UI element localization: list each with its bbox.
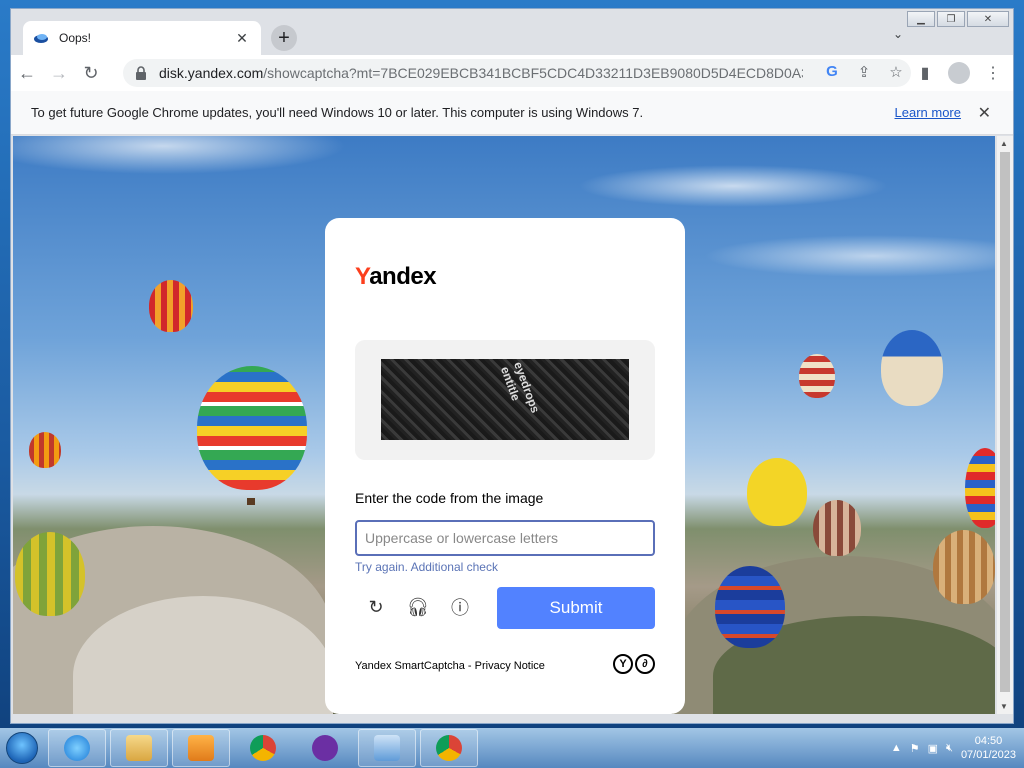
balloon-shape — [15, 532, 85, 616]
toolbar-right-icons: ▮ ⋮ — [913, 59, 1005, 87]
yandex-y-logo-icon: Y — [613, 654, 633, 674]
tab-oops[interactable]: Oops! ✕ — [23, 21, 261, 55]
taskbar-control-panel[interactable] — [358, 729, 416, 767]
chrome-icon — [250, 735, 276, 761]
omnibox-icons: G ⇪ ☆ — [823, 63, 905, 81]
volume-muted-icon[interactable]: 🔇︎ — [946, 742, 953, 755]
captcha-prompt: Enter the code from the image — [355, 490, 544, 506]
learn-more-link[interactable]: Learn more — [895, 105, 961, 120]
internet-explorer-icon — [64, 735, 90, 761]
menu-kebab-icon[interactable]: ⋮ — [981, 59, 1005, 87]
balloon-shape — [881, 330, 943, 406]
url-host: disk.yandex.com — [159, 65, 264, 81]
share-icon[interactable]: ⇪ — [855, 63, 873, 81]
scroll-thumb[interactable] — [1000, 152, 1010, 692]
captcha-distorted-text: eyedrops entitle — [497, 359, 543, 415]
captcha-tools: ↻ 🎧︎ ⓘ — [365, 596, 471, 619]
window-controls: ▁ ❐ ✕ — [905, 11, 1009, 27]
scroll-up-arrow-icon[interactable]: ▲ — [1000, 139, 1008, 148]
yandex-logo: Yandex — [355, 263, 437, 291]
reload-button[interactable]: ↻ — [75, 57, 107, 89]
logo-letter-y: Y — [355, 263, 370, 290]
url-path: /showcaptcha?mt=7BCE029EBCB341BCBF5CDC4D… — [263, 65, 804, 81]
network-icon[interactable]: ▣ — [928, 742, 938, 755]
page-scrollbar[interactable]: ▲ ▼ — [997, 136, 1013, 714]
tab-strip: Oops! ✕ + ⌄ ▁ ❐ ✕ — [11, 9, 1013, 55]
lock-icon — [136, 66, 146, 80]
side-panel-icon[interactable]: ▮ — [913, 59, 937, 87]
captcha-card: Yandex eyedrops entitle Enter the code f… — [325, 218, 685, 714]
system-tray: ▲ ⚑ ▣ 🔇︎ 04:50 07/01/2023 — [891, 728, 1016, 768]
smartcaptcha-logo-icon: ∂ — [635, 654, 655, 674]
clock-time: 04:50 — [974, 735, 1003, 747]
headphones-icon[interactable]: 🎧︎ — [407, 596, 430, 618]
balloon-shape — [813, 500, 861, 556]
tab-close-icon[interactable]: ✕ — [233, 30, 251, 47]
page-viewport: Yandex eyedrops entitle Enter the code f… — [13, 136, 995, 714]
control-panel-icon — [374, 735, 400, 761]
back-button[interactable]: ← — [11, 57, 43, 89]
taskbar-chrome-active[interactable] — [420, 729, 478, 767]
info-icon[interactable]: ⓘ — [449, 596, 471, 618]
privacy-notice-link[interactable]: Yandex SmartCaptcha - Privacy Notice — [355, 660, 545, 672]
update-infobar: To get future Google Chrome updates, you… — [11, 91, 1013, 135]
balloon-shape — [149, 280, 193, 332]
refresh-icon[interactable]: ↻ — [365, 596, 387, 618]
balloon-shape — [715, 566, 785, 648]
folder-icon — [126, 735, 152, 761]
window-close-icon[interactable]: ✕ — [967, 11, 1009, 27]
captcha-image-container: eyedrops entitle — [355, 340, 655, 460]
browser-toolbar: ← → ↻ disk.yandex.com /showcaptcha?mt=7B… — [11, 55, 1013, 91]
taskbar-chrome[interactable] — [234, 729, 292, 767]
infobar-close-icon[interactable]: ✕ — [978, 103, 991, 123]
logo-rest: andex — [369, 263, 437, 290]
avatar-icon — [948, 62, 970, 84]
infobar-message: To get future Google Chrome updates, you… — [31, 105, 644, 120]
taskbar-explorer[interactable] — [110, 729, 168, 767]
windows-orb-icon — [6, 732, 38, 764]
submit-button[interactable]: Submit — [497, 587, 655, 629]
minimize-icon[interactable]: ▁ — [907, 11, 935, 27]
maximize-icon[interactable]: ❐ — [937, 11, 965, 27]
balloon-shape — [747, 458, 807, 526]
windows-taskbar: ▲ ⚑ ▣ 🔇︎ 04:50 07/01/2023 — [0, 728, 1024, 768]
chrome-icon — [436, 735, 462, 761]
new-tab-button[interactable]: + — [271, 25, 297, 51]
google-lens-icon[interactable]: G — [823, 63, 841, 81]
basket-shape — [247, 498, 255, 505]
taskbar-media-player[interactable] — [172, 729, 230, 767]
address-bar[interactable]: disk.yandex.com /showcaptcha?mt=7BCE029E… — [123, 59, 911, 87]
footer-logos: Y ∂ — [613, 654, 655, 674]
bookmark-star-icon[interactable]: ☆ — [887, 63, 905, 81]
browser-window: Oops! ✕ + ⌄ ▁ ❐ ✕ ← → ↻ disk.yandex.com … — [10, 8, 1014, 724]
yandex-disk-favicon-icon — [34, 34, 48, 43]
tab-search-chevron-icon[interactable]: ⌄ — [893, 27, 903, 41]
action-center-flag-icon[interactable]: ⚑ — [910, 742, 920, 755]
balloon-shape — [965, 448, 995, 528]
captcha-image: eyedrops entitle — [381, 359, 629, 440]
taskbar-masked-app[interactable] — [296, 729, 354, 767]
forward-button[interactable]: → — [43, 57, 75, 89]
balloon-shape — [933, 530, 995, 604]
show-hidden-icons-icon[interactable]: ▲ — [891, 742, 902, 754]
media-player-icon — [188, 735, 214, 761]
balloon-shape — [29, 432, 61, 468]
taskbar-ie[interactable] — [48, 729, 106, 767]
clock-date: 07/01/2023 — [960, 749, 1016, 761]
scroll-down-arrow-icon[interactable]: ▼ — [1000, 702, 1008, 711]
tab-title: Oops! — [59, 31, 92, 45]
balloon-shape — [197, 366, 307, 490]
captcha-code-input[interactable] — [355, 520, 655, 556]
mask-app-icon — [312, 735, 338, 761]
profile-avatar[interactable] — [947, 59, 971, 87]
try-again-link[interactable]: Try again. Additional check — [355, 560, 498, 574]
clock[interactable]: 04:50 07/01/2023 — [961, 734, 1016, 762]
balloon-shape — [799, 354, 835, 398]
start-button[interactable] — [0, 728, 44, 768]
